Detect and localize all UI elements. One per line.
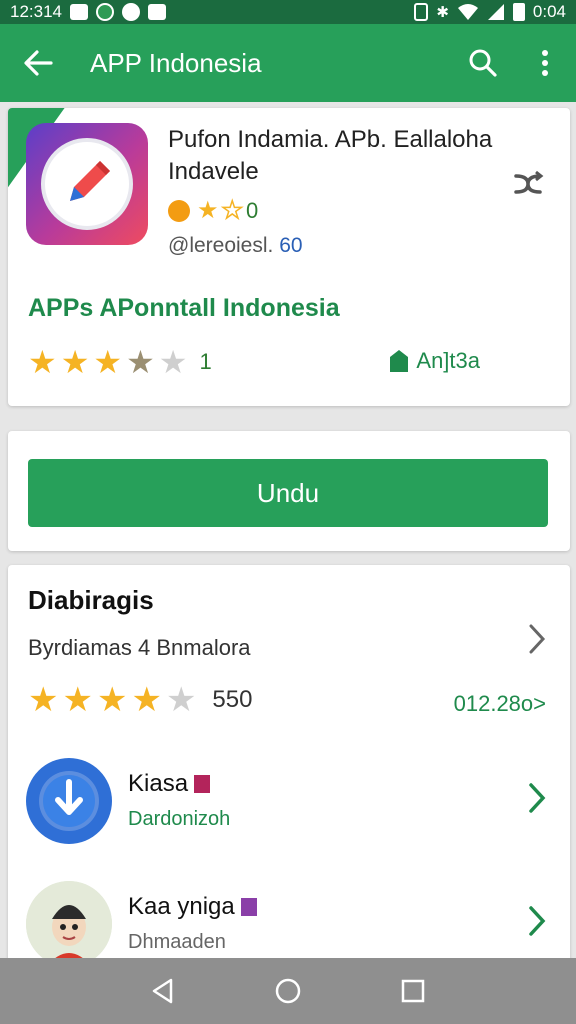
gallery-icon	[148, 4, 166, 20]
mini-rating: ★ ★ 0	[168, 198, 258, 224]
search-button[interactable]	[452, 24, 514, 102]
app-icon[interactable]	[26, 123, 148, 245]
signal-icon	[487, 4, 504, 20]
developer-number: 60	[279, 234, 303, 257]
main-rating: ★ ★ ★ ★ ★ 1	[28, 346, 212, 378]
install-button[interactable]: Undu	[28, 459, 548, 527]
flag-icon	[194, 775, 211, 793]
app-bar: APP Indonesia	[0, 24, 576, 102]
status-bar: 12:314 ✱ 0:04	[0, 0, 576, 24]
download-icon	[39, 771, 99, 831]
status-time-left: 12:314	[10, 2, 62, 21]
battery-icon	[512, 3, 525, 21]
navigation-bar	[0, 958, 576, 1024]
flag-icon	[240, 898, 257, 916]
similar-apps-card: Diabiragis Byrdiamas 4 Bnmalora ★ ★ ★ ★ …	[8, 565, 570, 985]
section-rating: ★ ★ ★ ★ ★ 550	[28, 683, 252, 717]
star-empty-icon: ★	[165, 681, 197, 719]
section-title: Diabiragis	[28, 585, 154, 615]
content-badge: An]t3a	[388, 348, 480, 374]
app-name: Pufon Indamia. APb. Eallaloha Indavele	[168, 126, 493, 185]
vibrate-icon	[414, 3, 429, 21]
nav-back-button[interactable]	[133, 961, 193, 1021]
chevron-right-icon	[529, 783, 546, 813]
section-subtitle[interactable]: Byrdiamas 4 Bnmalora	[28, 635, 251, 661]
share-icon	[514, 170, 544, 194]
nav-home-icon	[275, 978, 301, 1004]
chevron-button[interactable]	[522, 901, 552, 941]
status-time-right: 0:04	[532, 2, 566, 21]
nav-recents-button[interactable]	[383, 961, 443, 1021]
star-icon: ★	[28, 344, 57, 380]
nav-back-icon	[152, 978, 172, 1004]
star-half-icon: ★	[126, 344, 155, 380]
share-button[interactable]	[510, 166, 546, 202]
avatar-icon	[26, 881, 112, 967]
badge-text: An]t3a	[416, 348, 480, 373]
overflow-menu-button[interactable]	[514, 24, 576, 102]
list-item-subtitle: Dhmaaden	[128, 931, 226, 953]
app-header-card: Pufon Indamia. APb. Eallaloha Indavele ★…	[8, 108, 570, 406]
mini-rating-value: 0	[246, 198, 259, 223]
category-link[interactable]: APPs APonntall Indonesia	[28, 294, 340, 323]
list-item-subtitle: Dardonizoh	[128, 808, 231, 830]
developer-label: @lereoiesl.	[168, 234, 274, 257]
star-icon: ★	[197, 197, 219, 224]
badge-icon	[390, 350, 409, 372]
star-icon: ★	[28, 681, 59, 719]
list-item-name: Kiasa	[128, 770, 211, 798]
rating-count: 1	[199, 349, 212, 374]
app-icon	[26, 758, 112, 844]
developer-info[interactable]: @lereoiesl. 60	[168, 234, 303, 258]
search-icon	[469, 49, 497, 77]
back-button[interactable]	[0, 24, 76, 102]
star-outline-icon: ★	[221, 197, 244, 224]
list-item-name: Kaa yniga	[128, 893, 257, 921]
star-icon: ★	[96, 681, 128, 719]
nav-recents-icon	[402, 979, 425, 1003]
arrow-left-icon	[24, 50, 53, 76]
star-icon: ★	[62, 681, 93, 719]
page-title: APP Indonesia	[90, 47, 262, 78]
section-link[interactable]: 012.28o>	[454, 691, 546, 717]
photo-icon	[70, 4, 88, 20]
star-icon: ★	[131, 681, 162, 719]
section-more-button[interactable]	[522, 621, 552, 657]
nav-home-button[interactable]	[258, 961, 318, 1021]
star-icon: ★	[60, 344, 90, 380]
clock-icon	[122, 3, 140, 21]
bluetooth-icon: ✱	[436, 4, 449, 21]
install-card: Undu	[8, 431, 570, 551]
app-icon	[26, 881, 112, 967]
section-rating-count: 550	[212, 686, 253, 713]
list-item[interactable]: Kiasa Dardonizoh	[8, 758, 570, 858]
chevron-button[interactable]	[522, 778, 552, 818]
chevron-right-icon	[529, 624, 546, 654]
star-icon: ★	[93, 344, 123, 380]
more-vert-icon	[542, 50, 548, 76]
pencil-icon	[70, 161, 110, 201]
coin-icon	[168, 200, 190, 222]
whatsapp-icon	[96, 3, 114, 21]
wifi-icon	[457, 4, 478, 20]
star-empty-icon: ★	[158, 344, 188, 380]
chevron-right-icon	[529, 906, 546, 936]
